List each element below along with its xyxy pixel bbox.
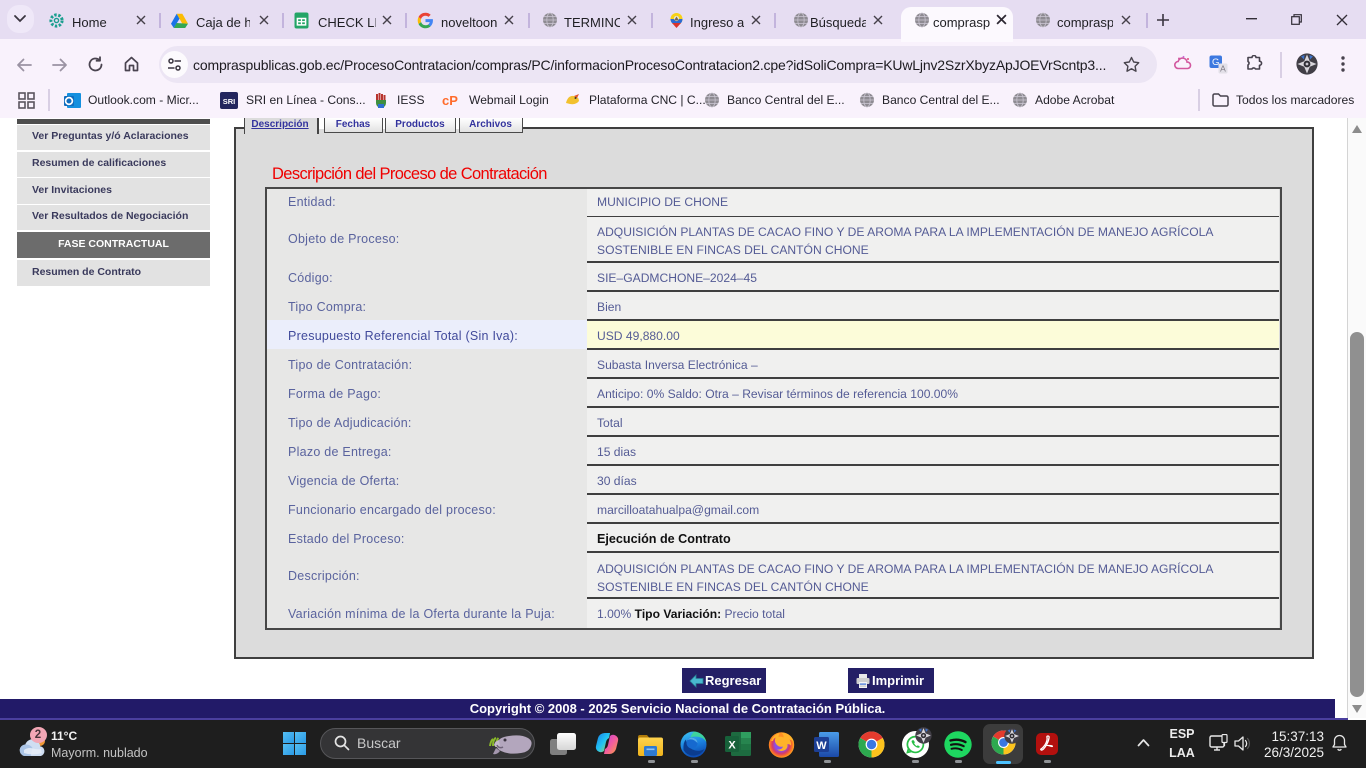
svg-text:SRI: SRI [223, 97, 236, 106]
svg-text:A: A [1220, 63, 1226, 73]
svg-text:X: X [728, 740, 736, 752]
svg-text:cP: cP [442, 93, 458, 108]
svg-text:G: G [1212, 57, 1219, 68]
svg-text:W: W [816, 740, 827, 752]
